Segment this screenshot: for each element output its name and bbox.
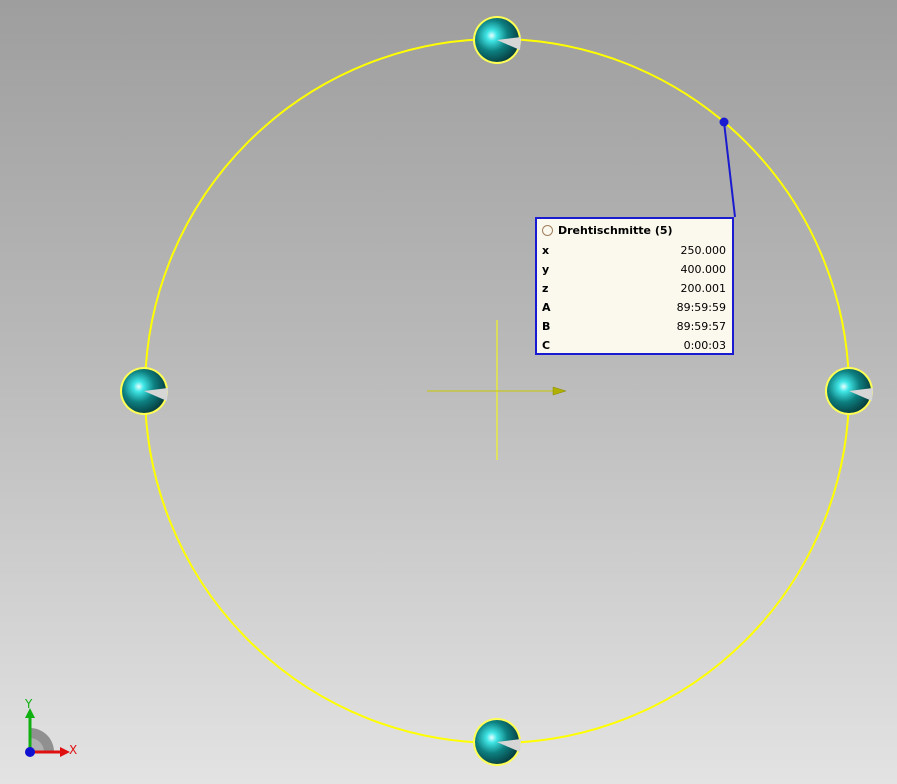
row-label: A: [542, 301, 551, 314]
direction-arrow-icon: [552, 386, 567, 396]
row-value: 89:59:59: [676, 301, 726, 314]
panel-title: Drehtischmitte (5): [558, 223, 673, 237]
label-anchor-point[interactable]: [719, 117, 729, 127]
sphere-bottom[interactable]: [473, 718, 521, 766]
row-value: 200.001: [680, 282, 727, 295]
row-label: C: [542, 339, 551, 352]
row-label: B: [542, 320, 551, 333]
row-x: x 250.000: [537, 241, 732, 260]
point-info-panel[interactable]: Drehtischmitte (5) x 250.000 y 400.000 z…: [535, 217, 734, 355]
circle-icon: [542, 224, 553, 236]
row-label: y: [542, 263, 550, 276]
row-value: 400.000: [680, 263, 727, 276]
row-b: B 89:59:57: [537, 317, 732, 336]
row-value: 89:59:57: [676, 320, 726, 333]
row-value: 250.000: [680, 244, 727, 257]
sphere-left[interactable]: [120, 367, 168, 415]
axis-y-label: Y: [24, 697, 33, 711]
panel-header: Drehtischmitte (5): [537, 219, 732, 241]
row-a: A 89:59:59: [537, 298, 732, 317]
row-y: y 400.000: [537, 260, 732, 279]
row-label: z: [542, 282, 549, 295]
3d-viewport[interactable]: Drehtischmitte (5) x 250.000 y 400.000 z…: [0, 0, 897, 784]
row-c: C 0:00:03: [537, 336, 732, 355]
sphere-right[interactable]: [825, 367, 873, 415]
row-label: x: [542, 244, 550, 257]
sphere-top[interactable]: [473, 16, 521, 64]
row-z: z 200.001: [537, 279, 732, 298]
label-pointer-line: [723, 121, 736, 218]
axis-x-label: X: [69, 743, 77, 757]
axis-triad-icon: Y X: [24, 697, 77, 757]
scene-canvas[interactable]: [0, 0, 897, 784]
row-value: 0:00:03: [683, 339, 726, 352]
